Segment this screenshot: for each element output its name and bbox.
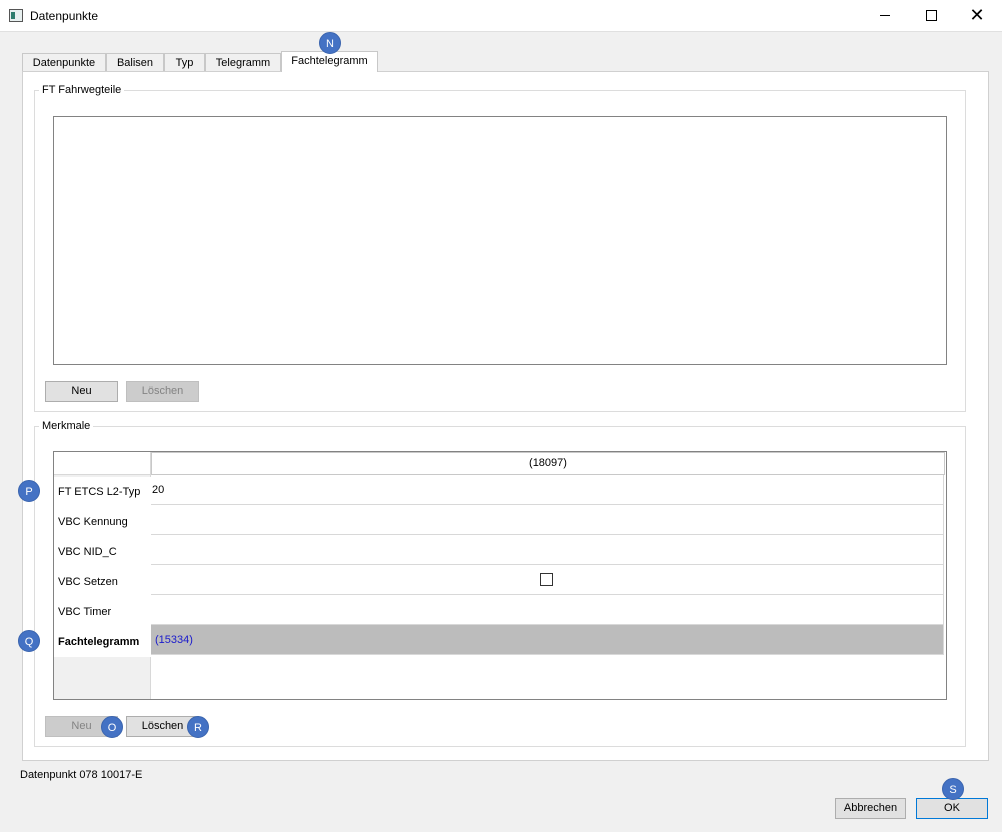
grid-corner bbox=[54, 452, 151, 475]
marker-q: Q bbox=[18, 630, 40, 652]
maximize-icon bbox=[925, 10, 937, 22]
marker-s: S bbox=[942, 778, 964, 800]
cell-ft-etcs-l2-typ[interactable]: 20 bbox=[151, 475, 944, 505]
window-title: Datenpunkte bbox=[30, 9, 99, 23]
ok-button[interactable]: OK bbox=[916, 798, 988, 819]
marker-o: O bbox=[101, 716, 123, 738]
maximize-button[interactable] bbox=[908, 0, 954, 31]
tab-datenpunkte[interactable]: Datenpunkte bbox=[22, 53, 106, 71]
marker-r: R bbox=[187, 716, 209, 738]
tab-typ[interactable]: Typ bbox=[164, 53, 205, 71]
close-icon: ✕ bbox=[969, 5, 985, 25]
tab-balisen[interactable]: Balisen bbox=[106, 53, 164, 71]
cell-vbc-timer[interactable] bbox=[151, 595, 944, 625]
ft-delete-button[interactable]: Löschen bbox=[126, 381, 199, 402]
marker-n: N bbox=[319, 32, 341, 54]
grid-column-header[interactable]: (18097) bbox=[151, 452, 945, 475]
app-icon bbox=[9, 9, 23, 22]
vbc-setzen-checkbox[interactable] bbox=[540, 573, 553, 586]
ft-fahrwegteile-list[interactable] bbox=[53, 116, 947, 365]
row-label-ft-etcs-l2-typ: FT ETCS L2-Typ bbox=[54, 477, 151, 507]
datenpunkt-status-label: Datenpunkt 078 10017-E bbox=[20, 769, 143, 781]
row-label-vbc-setzen: VBC Setzen bbox=[54, 567, 151, 597]
minimize-icon bbox=[880, 15, 890, 17]
row-label-vbc-kennung: VBC Kennung bbox=[54, 507, 151, 537]
close-button[interactable]: ✕ bbox=[954, 0, 1000, 31]
merkmale-title: Merkmale bbox=[39, 420, 94, 432]
tab-fachtelegramm[interactable]: Fachtelegramm bbox=[281, 51, 378, 72]
title-bar: Datenpunkte ✕ bbox=[0, 0, 1002, 32]
row-label-vbc-nid-c: VBC NID_C bbox=[54, 537, 151, 567]
tab-telegramm[interactable]: Telegramm bbox=[205, 53, 281, 71]
minimize-button[interactable] bbox=[862, 0, 908, 31]
marker-p: P bbox=[18, 480, 40, 502]
cell-fachtelegramm[interactable]: (15334) bbox=[151, 625, 944, 655]
row-label-fachtelegramm: Fachtelegramm bbox=[54, 627, 151, 657]
cancel-button[interactable]: Abbrechen bbox=[835, 798, 906, 819]
cell-vbc-nid-c[interactable] bbox=[151, 535, 944, 565]
merkmale-grid[interactable]: (18097) FT ETCS L2-Typ 20 VBC Kennung VB… bbox=[53, 451, 947, 700]
row-label-vbc-timer: VBC Timer bbox=[54, 597, 151, 627]
cell-vbc-kennung[interactable] bbox=[151, 505, 944, 535]
ft-fahrwegteile-title: FT Fahrwegteile bbox=[39, 84, 125, 96]
ft-new-button[interactable]: Neu bbox=[45, 381, 118, 402]
cell-vbc-setzen[interactable] bbox=[151, 565, 944, 595]
